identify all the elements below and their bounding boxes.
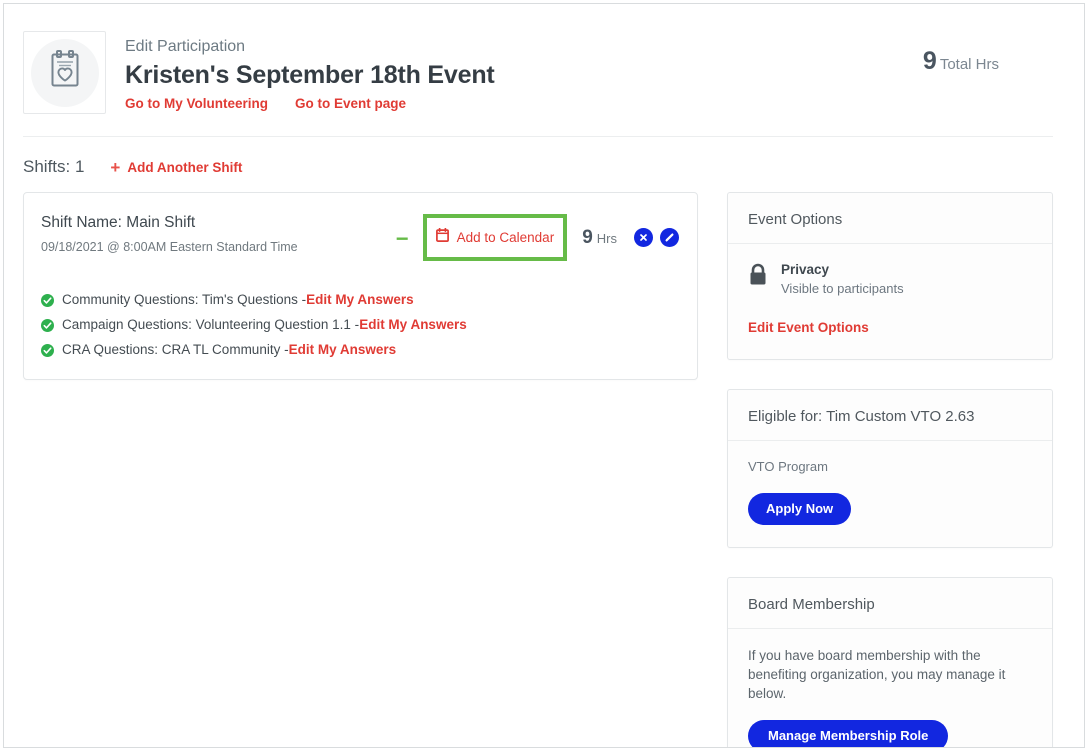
minus-icon[interactable]: − — [396, 227, 409, 250]
clipboard-heart-icon — [47, 49, 83, 96]
event-options-heading: Event Options — [728, 193, 1052, 244]
shift-name: Shift Name: Main Shift — [41, 214, 196, 231]
edit-my-answers-link[interactable]: Edit My Answers — [306, 291, 414, 309]
eligible-program-card: Eligible for: Tim Custom VTO 2.63 VTO Pr… — [727, 389, 1053, 548]
total-hours-label: Total Hrs — [939, 56, 999, 73]
check-circle-icon — [41, 343, 54, 357]
shift-hours-label: Hrs — [596, 230, 617, 246]
delete-shift-button[interactable] — [634, 228, 653, 247]
manage-membership-role-button[interactable]: Manage Membership Role — [748, 720, 949, 747]
question-label: Campaign Questions: Volunteering Questio… — [62, 317, 360, 332]
edit-event-options-link[interactable]: Edit Event Options — [748, 320, 869, 335]
privacy-row: Privacy Visible to participants — [748, 261, 1032, 298]
page-title: Kristen's September 18th Event — [125, 61, 495, 89]
calendar-icon — [435, 227, 449, 247]
questions-list: Community Questions: Tim's Questions - E… — [41, 291, 679, 359]
app-viewport: Edit Participation Kristen's September 1… — [3, 3, 1085, 748]
content-columns: Shift Name: Main Shift 09/18/2021 @ 8:00… — [23, 192, 1053, 747]
privacy-value: Visible to participants — [781, 281, 904, 296]
eligible-program-body: VTO Program Apply Now — [728, 441, 1052, 547]
edit-shift-button[interactable] — [660, 228, 679, 247]
event-icon-box — [23, 31, 106, 114]
shift-actions: − Add to Calendar 9 Hrs — [396, 213, 679, 261]
shift-hours-value: 9 — [582, 226, 593, 248]
add-another-shift-label: Add Another Shift — [127, 159, 243, 175]
board-membership-body: If you have board membership with the be… — [728, 629, 1052, 747]
board-membership-heading: Board Membership — [728, 578, 1052, 629]
add-to-calendar-button[interactable]: Add to Calendar — [422, 214, 568, 261]
privacy-title: Privacy — [781, 262, 830, 277]
page-content: Edit Participation Kristen's September 1… — [23, 31, 1053, 747]
question-label: Community Questions: Tim's Questions - — [62, 292, 307, 307]
go-to-event-page-link[interactable]: Go to Event page — [295, 96, 406, 111]
vto-program-label: VTO Program — [748, 459, 828, 474]
add-another-shift-button[interactable]: + Add Another Shift — [110, 159, 242, 176]
question-label: CRA Questions: CRA TL Community - — [62, 342, 289, 357]
breadcrumb-eyebrow: Edit Participation — [125, 38, 246, 55]
sidebar-column: Event Options Privacy Visible to partici… — [727, 192, 1053, 747]
header-links: Go to My Volunteering Go to Event page — [125, 96, 923, 111]
shift-card-header: Shift Name: Main Shift 09/18/2021 @ 8:00… — [41, 213, 679, 261]
check-circle-icon — [41, 318, 54, 332]
add-to-calendar-label: Add to Calendar — [456, 230, 555, 245]
apply-now-button[interactable]: Apply Now — [748, 493, 852, 525]
edit-my-answers-link[interactable]: Edit My Answers — [289, 341, 397, 359]
list-item: CRA Questions: CRA TL Community - Edit M… — [41, 341, 679, 359]
go-to-my-volunteering-link[interactable]: Go to My Volunteering — [125, 96, 268, 111]
edit-my-answers-link[interactable]: Edit My Answers — [359, 316, 467, 334]
total-hours-block: 9 Total Hrs — [923, 31, 1053, 76]
total-hours-value: 9 — [922, 47, 937, 75]
shifts-bar: Shifts: 1 + Add Another Shift — [23, 157, 1053, 177]
shift-card: Shift Name: Main Shift 09/18/2021 @ 8:00… — [23, 192, 698, 380]
shift-hours: 9 Hrs — [582, 227, 617, 249]
header-text-block: Edit Participation Kristen's September 1… — [125, 31, 923, 111]
main-column: Shift Name: Main Shift 09/18/2021 @ 8:00… — [23, 192, 698, 380]
event-options-card: Event Options Privacy Visible to partici… — [727, 192, 1053, 360]
lock-icon — [748, 263, 768, 292]
shift-title-block: Shift Name: Main Shift 09/18/2021 @ 8:00… — [41, 213, 396, 256]
event-options-body: Privacy Visible to participants Edit Eve… — [728, 244, 1052, 359]
shift-icon-buttons — [634, 228, 679, 247]
event-icon-circle — [30, 38, 99, 107]
eligible-program-heading: Eligible for: Tim Custom VTO 2.63 — [728, 390, 1052, 441]
shift-datetime: 09/18/2021 @ 8:00AM Eastern Standard Tim… — [41, 240, 298, 254]
shifts-count-label: Shifts: 1 — [23, 157, 85, 176]
page-header: Edit Participation Kristen's September 1… — [23, 31, 1053, 137]
plus-icon: + — [110, 157, 121, 177]
check-circle-icon — [41, 293, 54, 307]
list-item: Campaign Questions: Volunteering Questio… — [41, 316, 679, 334]
board-membership-description: If you have board membership with the be… — [748, 648, 1006, 701]
list-item: Community Questions: Tim's Questions - E… — [41, 291, 679, 309]
board-membership-card: Board Membership If you have board membe… — [727, 577, 1053, 747]
